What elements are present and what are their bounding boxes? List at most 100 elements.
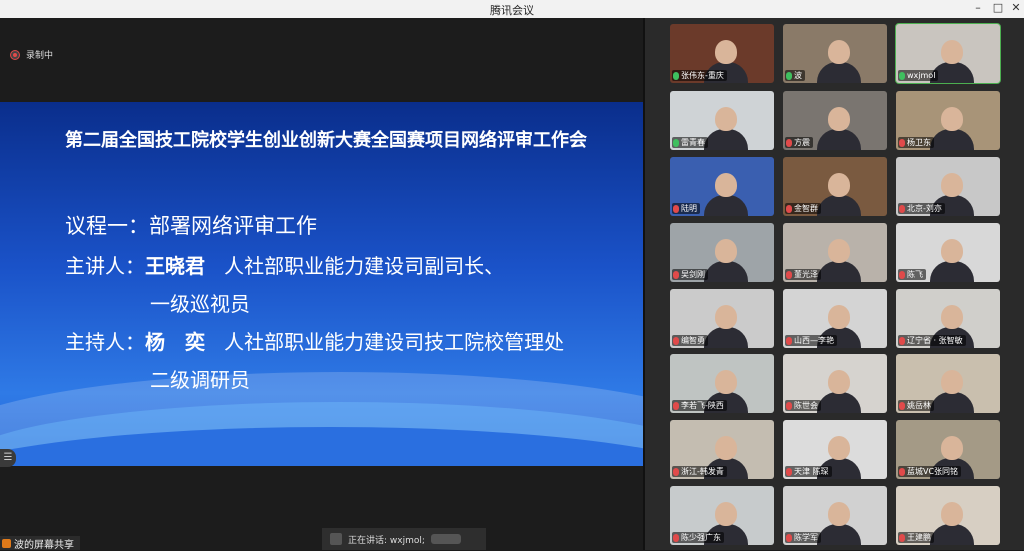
participant-face [715,502,737,526]
participant-tile[interactable]: 王建鹏 [896,486,1000,545]
participant-label: 陈少强广东 [672,532,724,543]
speaking-label: 正在讲话: wxjmol; [348,535,425,546]
participant-face [828,305,850,329]
participant-face [715,40,737,64]
mic-muted-icon [673,270,679,279]
participant-name: 雷青春 [681,138,705,147]
mic-muted-icon [786,204,792,213]
participant-label: 北京-刘亦 [898,203,945,214]
record-icon [10,49,20,60]
speaker-label: 主讲人： [65,254,145,278]
participant-label: 张伟东-重庆 [672,70,727,81]
mic-muted-icon [673,467,679,476]
participant-tile[interactable]: 波 [783,24,887,83]
mic-muted-icon [899,270,905,279]
participant-tile[interactable]: 张伟东-重庆 [670,24,774,83]
participant-label: 杨卫东 [898,137,934,148]
participant-face [828,239,850,263]
participant-label: 方震 [785,137,813,148]
participant-face [715,305,737,329]
participant-name: 陆明 [681,204,697,213]
slide-host-line: 主持人：杨 奕 人社部职业能力建设司技工院校管理处 [65,326,564,355]
participant-tile[interactable]: 辽宁省 · 张智敏 [896,289,1000,348]
participant-label: 姚岳林 [898,400,934,411]
participant-name: 金智群 [794,204,818,213]
recording-indicator[interactable]: 录制中 [10,48,53,61]
participant-label: wxjmol [898,70,939,81]
participant-face [715,107,737,131]
presentation-slide: 第二届全国技工院校学生创业创新大赛全国赛项目网络评审工作会 议程一：部署网络评审… [0,102,643,466]
participant-name: 辽宁省 · 张智敏 [907,336,963,345]
participant-tile[interactable]: 李若飞-陕西 [670,354,774,413]
participant-face [715,173,737,197]
participant-face [715,370,737,394]
participant-label: 王建鹏 [898,532,934,543]
participant-name: 浙江-韩发青 [681,467,724,476]
participant-tile[interactable]: 天津 陈琛 [783,420,887,479]
mic-muted-icon [899,336,905,345]
participant-face [828,370,850,394]
participant-tile[interactable]: 蓝城VC张同铭 [896,420,1000,479]
participant-label: 李若飞-陕西 [672,400,727,411]
minimize-button[interactable]: – [968,1,988,17]
participant-name: 杨卫东 [907,138,931,147]
mic-muted-icon [673,401,679,410]
participant-tile[interactable]: 陆明 [670,157,774,216]
participant-face [715,239,737,263]
close-button[interactable]: ✕ [1006,1,1024,17]
host-role: 人社部职业能力建设司技工院校管理处 [224,330,565,354]
shared-screen-area: 录制中 第二届全国技工院校学生创业创新大赛全国赛项目网络评审工作会 议程一：部署… [0,18,643,550]
participant-name: 天津 陈琛 [794,467,829,476]
participant-tile[interactable]: 吴剑刚 [670,223,774,282]
participant-label: 雷青春 [672,137,708,148]
participant-tile[interactable]: 山西—李艳 [783,289,887,348]
participant-tile[interactable]: 北京-刘亦 [896,157,1000,216]
participant-name: 吴剑刚 [681,270,705,279]
participant-tile[interactable]: 陈世会 [783,354,887,413]
participant-tile[interactable]: 陈飞 [896,223,1000,282]
participant-tile[interactable]: 浙江-韩发青 [670,420,774,479]
participant-tile[interactable]: 姚岳林 [896,354,1000,413]
window-title: 腾讯会议 [490,4,534,17]
participant-tile[interactable]: 编智勇 [670,289,774,348]
participant-label: 波 [785,70,805,81]
participant-tile[interactable]: wxjmol [895,23,1001,84]
participant-tile[interactable]: 董光泽 [783,223,887,282]
participant-label: 陈学军 [785,532,821,543]
participant-face [941,502,963,526]
participant-tile[interactable]: 方震 [783,91,887,150]
participant-label: 山西—李艳 [785,335,837,346]
participant-name: wxjmol [907,71,936,80]
mic-muted-icon [899,533,905,542]
mic-muted-icon [786,467,792,476]
participant-tile[interactable]: 金智群 [783,157,887,216]
host-label: 主持人： [65,330,145,354]
participant-name: 北京-刘亦 [907,204,942,213]
participant-label: 金智群 [785,203,821,214]
participant-name: 张伟东-重庆 [681,71,724,80]
participant-face [941,305,963,329]
participant-label: 浙江-韩发青 [672,466,727,477]
slide-agenda: 议程一：部署网络评审工作 [65,214,317,238]
mic-muted-icon [899,204,905,213]
recording-label: 录制中 [26,51,54,61]
participant-gallery: 张伟东-重庆 波 wxjmol 雷青春 方震 杨卫东陆明 金智群 北京-刘亦吴剑刚 董光泽 陈飞编… [645,18,1024,550]
participant-name: 编智勇 [681,336,705,345]
participant-label: 编智勇 [672,335,708,346]
mic-on-icon [786,71,792,80]
participant-face [941,239,963,263]
participant-tile[interactable]: 陈学军 [783,486,887,545]
participant-tile[interactable]: 雷青春 [670,91,774,150]
participant-face [941,436,963,460]
title-bar: 腾讯会议 – □ ✕ [0,0,1024,18]
participant-name: 董光泽 [794,270,818,279]
participant-tile[interactable]: 陈少强广东 [670,486,774,545]
maximize-button[interactable]: □ [988,1,1008,17]
participant-name: 王建鹏 [907,533,931,542]
expand-menu-icon[interactable]: ☰ [0,449,16,467]
participant-label: 董光泽 [785,269,821,280]
participant-tile[interactable]: 杨卫东 [896,91,1000,150]
screen-share-indicator[interactable]: 波的屏幕共享 [0,536,80,551]
participant-face [828,40,850,64]
participant-name: 陈少强广东 [681,533,721,542]
